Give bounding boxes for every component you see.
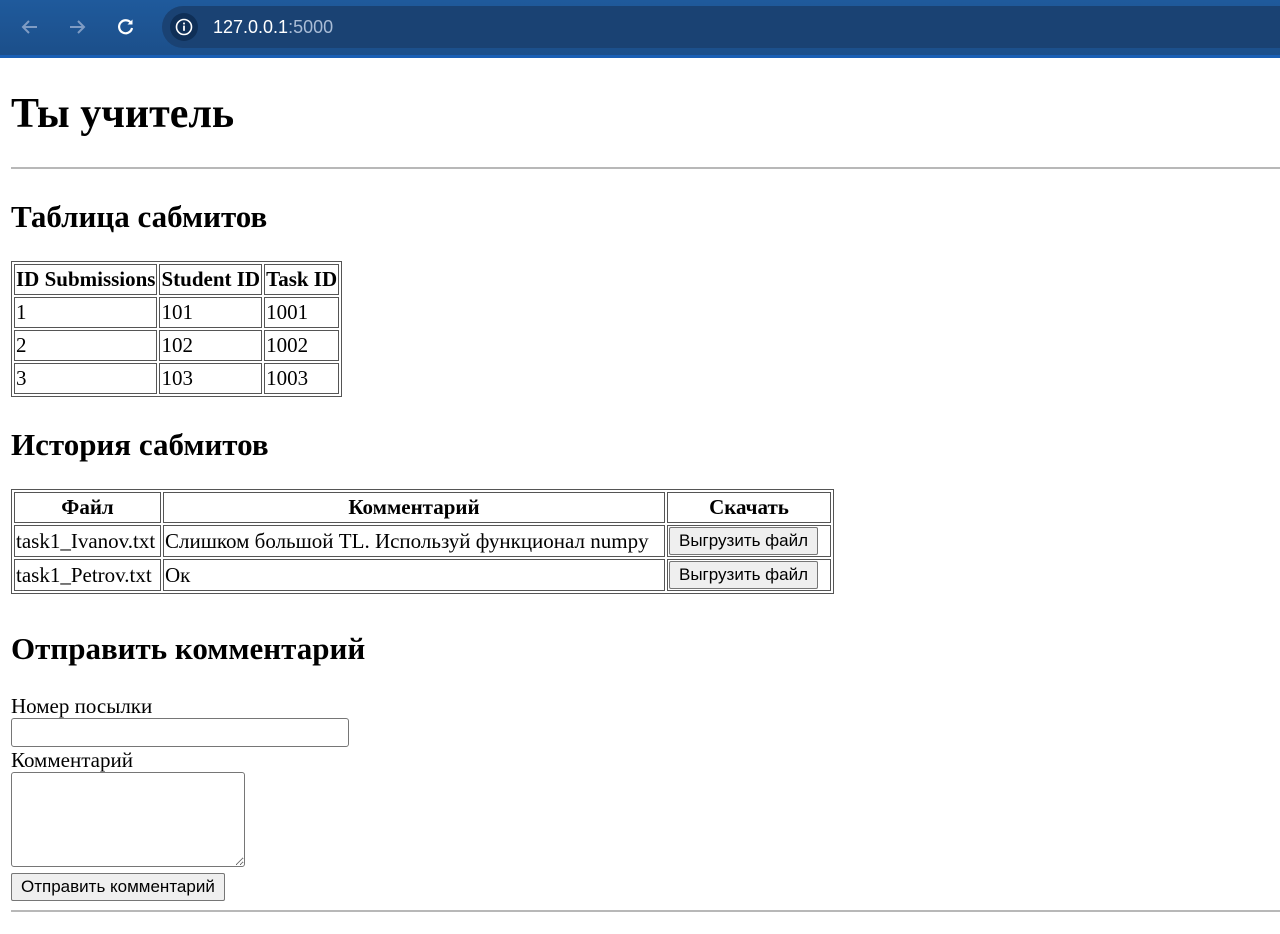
comment-heading: Отправить комментарий: [11, 631, 366, 666]
submission-number-label: Номер посылки: [11, 694, 153, 718]
site-info-icon[interactable]: [170, 13, 198, 41]
url-host: 127.0.0.1: [213, 17, 289, 37]
column-header: Комментарий: [163, 492, 665, 523]
table-cell: 101: [159, 297, 263, 328]
comment-cell: Слишком большой TL. Используй функционал…: [163, 525, 665, 557]
download-file-button[interactable]: Выгрузить файл: [669, 561, 819, 589]
download-file-button[interactable]: Выгрузить файл: [669, 527, 819, 555]
comment-cell: Ок: [163, 559, 665, 591]
table-row: task1_Petrov.txt Ок Выгрузить файл: [14, 559, 831, 591]
file-name-cell: task1_Petrov.txt: [14, 559, 161, 591]
table-cell: 1: [14, 297, 158, 328]
download-cell: Выгрузить файл: [667, 525, 831, 557]
column-header: Task ID: [264, 264, 340, 295]
table-row: task1_Ivanov.txt Слишком большой TL. Исп…: [14, 525, 831, 557]
forward-button[interactable]: [62, 12, 92, 42]
table-cell: 103: [159, 363, 263, 394]
page-title: Ты учитель: [11, 91, 235, 137]
submission-number-input[interactable]: [11, 718, 349, 747]
table-cell: 1003: [264, 363, 340, 394]
submissions-table: ID Submissions Student ID Task ID 1 101 …: [11, 261, 343, 397]
divider-bottom: [11, 910, 1280, 912]
table-cell: 102: [159, 330, 263, 361]
column-header: Скачать: [667, 492, 831, 523]
file-name-cell: task1_Ivanov.txt: [14, 525, 161, 557]
column-header: Файл: [14, 492, 161, 523]
url-port: :5000: [288, 17, 334, 37]
arrow-left-icon: [21, 20, 37, 34]
back-button[interactable]: [15, 12, 45, 42]
browser-toolbar: 127.0.0.1:5000: [0, 0, 1280, 58]
table-row: 3 103 1003: [14, 363, 340, 394]
history-table: Файл Комментарий Скачать task1_Ivanov.tx…: [11, 489, 834, 594]
divider-top: [11, 167, 1280, 169]
table-cell: 1001: [264, 297, 340, 328]
arrow-right-icon: [70, 20, 86, 34]
download-cell: Выгрузить файл: [667, 559, 831, 591]
table-row: 1 101 1001: [14, 297, 340, 328]
history-heading: История сабмитов: [11, 427, 269, 462]
comment-textarea[interactable]: [11, 772, 245, 867]
table-row: 2 102 1002: [14, 330, 340, 361]
column-header: Student ID: [159, 264, 263, 295]
table-cell: 2: [14, 330, 158, 361]
table-cell: 1002: [264, 330, 340, 361]
submissions-heading: Таблица сабмитов: [11, 199, 268, 234]
table-header-row: Файл Комментарий Скачать: [14, 492, 831, 523]
reload-button[interactable]: [111, 12, 141, 42]
address-bar[interactable]: 127.0.0.1:5000: [162, 6, 1280, 48]
table-header-row: ID Submissions Student ID Task ID: [14, 264, 340, 295]
send-comment-button[interactable]: Отправить комментарий: [11, 873, 225, 901]
table-cell: 3: [14, 363, 158, 394]
comment-label: Комментарий: [11, 748, 133, 772]
url-text: 127.0.0.1:5000: [213, 17, 333, 38]
reload-icon: [118, 19, 134, 35]
column-header: ID Submissions: [14, 264, 158, 295]
